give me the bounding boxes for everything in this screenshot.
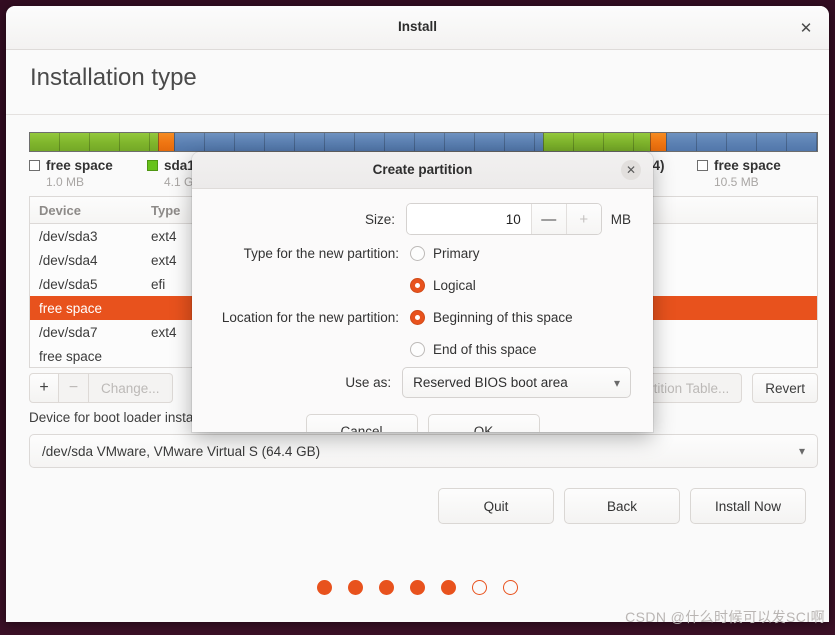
chevron-down-icon: ▾	[798, 444, 805, 458]
close-icon[interactable]: ✕	[797, 19, 815, 37]
segment-ticks	[174, 133, 544, 151]
type-row-logical: Logical	[214, 271, 631, 299]
dialog-actions: Cancel OK	[214, 414, 631, 432]
size-label: Size:	[365, 211, 396, 227]
progress-dot-4	[441, 580, 456, 595]
cell-device: free space	[39, 348, 103, 364]
dialog-titlebar: Create partition ✕	[192, 152, 653, 189]
watermark: CSDN @什么时候可以发SCI啊	[625, 609, 825, 625]
radio-logical-label: Logical	[433, 277, 476, 293]
desktop-background: Install ✕ Installation type free space 1.…	[0, 0, 835, 635]
progress-dot-2	[379, 580, 394, 595]
radio-beginning-of-space[interactable]: Beginning of this space	[410, 304, 573, 330]
legend-swatch-icon	[29, 160, 40, 171]
legend-item-5: free space 10.5 MB	[697, 158, 817, 194]
progress-dot-1	[348, 580, 363, 595]
segment-ticks	[30, 133, 158, 151]
use-as-select[interactable]: Reserved BIOS boot area ▾	[402, 367, 631, 398]
legend-swatch-icon	[697, 160, 708, 171]
segment-ticks	[666, 133, 817, 151]
change-partition-button[interactable]: Change...	[89, 373, 173, 403]
progress-dot-3	[410, 580, 425, 595]
partition-segment-5[interactable]	[665, 133, 817, 151]
dialog-body: Size: 10 — + MB Type for the new partiti…	[192, 189, 653, 432]
location-row-beginning: Location for the new partition: Beginnin…	[214, 303, 631, 331]
radio-beginning-label: Beginning of this space	[433, 309, 573, 325]
segment-ticks	[544, 133, 650, 151]
title-divider	[6, 114, 829, 115]
installer-window: Install ✕ Installation type free space 1.…	[6, 6, 829, 622]
partition-segment-1[interactable]	[157, 133, 174, 151]
size-row: Size: 10 — + MB	[214, 203, 631, 235]
size-increment-button[interactable]: +	[565, 204, 601, 234]
radio-end-of-space[interactable]: End of this space	[410, 336, 537, 362]
toolbar-left-group: + − Change...	[29, 373, 173, 403]
add-partition-button[interactable]: +	[29, 373, 59, 403]
use-as-row: Use as: Reserved BIOS boot area ▾	[214, 367, 631, 398]
legend-item-0: free space 1.0 MB	[29, 158, 147, 194]
quit-button[interactable]: Quit	[438, 488, 554, 524]
type-label: Type for the new partition:	[243, 245, 399, 261]
bootloader-device-select[interactable]: /dev/sda VMware, VMware Virtual S (64.4 …	[29, 434, 818, 468]
use-as-label: Use as:	[345, 375, 392, 390]
cell-device: /dev/sda4	[39, 252, 98, 268]
close-icon[interactable]: ✕	[621, 160, 641, 180]
dialog-title: Create partition	[372, 162, 473, 177]
legend-name: free space	[714, 158, 781, 173]
page-title: Installation type	[30, 64, 197, 91]
partition-segment-4[interactable]	[649, 133, 666, 151]
segment-ticks	[158, 133, 174, 151]
install-now-button[interactable]: Install Now	[690, 488, 806, 524]
size-unit-label: MB	[610, 211, 631, 227]
size-input[interactable]: 10	[407, 204, 531, 234]
back-button[interactable]: Back	[564, 488, 680, 524]
cancel-button[interactable]: Cancel	[305, 414, 418, 432]
radio-primary-label: Primary	[433, 245, 480, 261]
cell-device: /dev/sda3	[39, 228, 98, 244]
cell-device: free space	[39, 300, 103, 316]
location-row-end: End of this space	[214, 335, 631, 363]
partition-segment-3[interactable]	[543, 133, 650, 151]
cell-device: /dev/sda7	[39, 324, 98, 340]
size-stepper[interactable]: 10 — +	[406, 203, 602, 235]
bootloader-device-value: /dev/sda VMware, VMware Virtual S (64.4 …	[42, 443, 321, 459]
remove-partition-button[interactable]: −	[59, 373, 89, 403]
size-decrement-button[interactable]: —	[530, 204, 566, 234]
radio-beginning-indicator[interactable]	[410, 309, 425, 325]
chevron-down-icon: ▾	[613, 375, 620, 390]
legend-size: 10.5 MB	[714, 175, 759, 189]
create-partition-dialog: Create partition ✕ Size: 10 — + MB Type …	[192, 152, 653, 432]
wizard-actions: Quit Back Install Now	[438, 488, 806, 524]
radio-end-indicator[interactable]	[410, 341, 425, 357]
location-label: Location for the new partition:	[221, 309, 399, 325]
radio-primary-indicator[interactable]	[410, 245, 425, 261]
radio-end-label: End of this space	[433, 341, 537, 357]
legend-size: 1.0 MB	[46, 175, 85, 189]
segment-ticks	[650, 133, 666, 151]
type-row-primary: Type for the new partition: Primary	[214, 239, 631, 267]
partition-segment-2[interactable]	[173, 133, 544, 151]
legend-name: free space	[46, 158, 113, 173]
revert-button[interactable]: Revert	[752, 373, 818, 403]
use-as-value: Reserved BIOS boot area	[413, 375, 568, 390]
progress-dots	[6, 580, 829, 595]
column-header-device: Device	[39, 202, 81, 218]
radio-logical-indicator[interactable]	[410, 277, 425, 293]
progress-dot-5	[472, 580, 487, 595]
progress-dot-0	[317, 580, 332, 595]
window-title: Install	[397, 19, 437, 34]
partition-bar[interactable]	[29, 132, 818, 152]
ok-button[interactable]: OK	[427, 414, 540, 432]
window-titlebar: Install ✕	[6, 6, 829, 50]
radio-primary[interactable]: Primary	[410, 240, 480, 266]
partition-segment-0[interactable]	[30, 133, 158, 151]
cell-device: /dev/sda5	[39, 276, 98, 292]
progress-dot-6	[503, 580, 518, 595]
legend-swatch-icon	[147, 160, 158, 171]
radio-logical[interactable]: Logical	[410, 272, 476, 298]
